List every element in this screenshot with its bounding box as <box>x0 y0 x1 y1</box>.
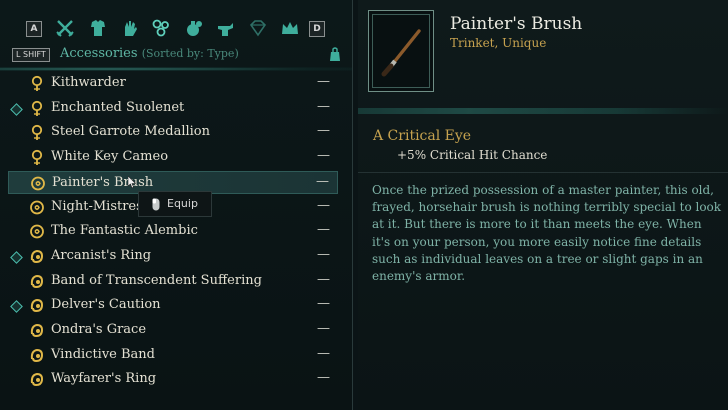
ring-icon <box>29 297 45 314</box>
item-quantity: — <box>317 148 330 164</box>
item-label: Band of Transcendent Suffering <box>51 272 262 288</box>
item-quantity: — <box>317 123 330 139</box>
item-label: The Fantastic Alembic <box>51 223 198 239</box>
item-label: White Key Cameo <box>51 149 169 165</box>
ring-icon <box>29 322 45 339</box>
item-label: Enchanted Suolenet <box>51 99 185 115</box>
list-item[interactable]: Wayfarer's Ring — <box>8 368 338 391</box>
item-quantity: — <box>317 271 330 287</box>
item-quantity: — <box>317 345 330 361</box>
item-quantity: — <box>317 197 330 213</box>
item-type: Trinket, Unique <box>450 36 547 50</box>
list-item[interactable]: Delver's Caution — <box>8 294 338 317</box>
item-quantity: — <box>317 296 330 312</box>
item-label: Painter's Brush <box>52 174 154 190</box>
list-item[interactable]: Arcanist's Ring — <box>8 245 338 268</box>
item-portrait <box>368 10 434 92</box>
trinket-icon <box>30 175 46 192</box>
list-item[interactable]: Ondra's Grace — <box>8 319 338 342</box>
new-item-diamond-icon <box>10 102 23 116</box>
list-item[interactable]: White Key Cameo — <box>8 146 338 169</box>
new-item-diamond-icon <box>10 300 23 314</box>
shift-key[interactable]: L SHIFT <box>12 48 50 62</box>
tooltip-label: Equip <box>167 197 198 210</box>
trait-effect: +5% Critical Hit Chance <box>397 148 548 162</box>
mouse-cursor-icon <box>128 176 136 188</box>
list-item[interactable]: Vindictive Band — <box>8 344 338 367</box>
ring-icon <box>29 347 45 364</box>
accessories-icon[interactable] <box>151 18 171 38</box>
list-item[interactable]: Kithwarder — <box>8 72 338 95</box>
bag-icon[interactable] <box>328 46 342 62</box>
equip-tooltip[interactable]: Equip <box>138 191 212 217</box>
ring-icon <box>29 248 45 265</box>
amulet-icon <box>29 124 45 141</box>
crown-icon[interactable] <box>280 18 300 38</box>
hand-icon[interactable] <box>120 18 140 38</box>
prev-category-key[interactable]: A <box>26 21 42 37</box>
ring-icon <box>29 273 45 290</box>
item-label: Vindictive Band <box>51 346 155 362</box>
item-label: Arcanist's Ring <box>51 247 152 263</box>
amulet-icon <box>29 149 45 166</box>
list-item[interactable]: Steel Garrote Medallion — <box>8 121 338 144</box>
inventory-panel: A D L SHIFT Accessories (Sorted by: Type… <box>0 0 353 410</box>
trinket-icon <box>29 199 45 216</box>
potion-icon[interactable] <box>184 18 204 38</box>
item-label: Delver's Caution <box>51 297 161 313</box>
item-label: Steel Garrote Medallion <box>51 124 210 140</box>
armor-icon[interactable] <box>88 18 108 38</box>
item-quantity: — <box>317 98 330 114</box>
list-header: L SHIFT Accessories (Sorted by: Type) <box>12 46 342 64</box>
category-title: Accessories (Sorted by: Type) <box>60 46 239 61</box>
gem-icon[interactable] <box>248 18 268 38</box>
item-label: Kithwarder <box>51 75 126 90</box>
trait-divider <box>358 172 728 173</box>
sort-label[interactable]: (Sorted by: Type) <box>142 47 239 60</box>
item-quantity: — <box>317 321 330 336</box>
item-quantity: — <box>317 74 330 89</box>
item-label: Ondra's Grace <box>51 322 147 337</box>
mouse-button-icon <box>152 198 160 211</box>
item-quantity: — <box>317 222 330 238</box>
ring-icon <box>29 371 45 388</box>
list-item[interactable]: Enchanted Suolenet — <box>8 97 338 120</box>
amulet-icon <box>29 75 45 92</box>
item-quantity: — <box>317 370 330 386</box>
item-quantity: — <box>316 173 329 189</box>
detail-panel: Painter's Brush Trinket, Unique A Critic… <box>358 0 728 410</box>
category-name: Accessories <box>60 46 138 61</box>
item-quantity: — <box>317 246 330 262</box>
header-divider <box>0 67 352 71</box>
list-item[interactable]: Band of Transcendent Suffering — <box>8 270 338 293</box>
trait-name: A Critical Eye <box>373 128 472 144</box>
next-category-key[interactable]: D <box>309 21 325 37</box>
new-item-diamond-icon <box>10 251 23 264</box>
item-name: Painter's Brush <box>450 14 583 34</box>
amulet-icon <box>29 100 45 117</box>
category-bar: A D <box>26 16 336 42</box>
list-item[interactable]: The Fantastic Alembic — <box>8 220 338 243</box>
item-description: Once the prized possession of a master p… <box>372 183 722 284</box>
paintbrush-icon <box>381 29 421 77</box>
trinket-icon <box>29 223 45 240</box>
swords-icon[interactable] <box>55 18 75 38</box>
crafting-icon[interactable] <box>216 18 236 38</box>
item-label: Wayfarer's Ring <box>51 371 157 387</box>
detail-divider <box>358 108 728 114</box>
item-label: Night-Mistress <box>51 198 150 214</box>
